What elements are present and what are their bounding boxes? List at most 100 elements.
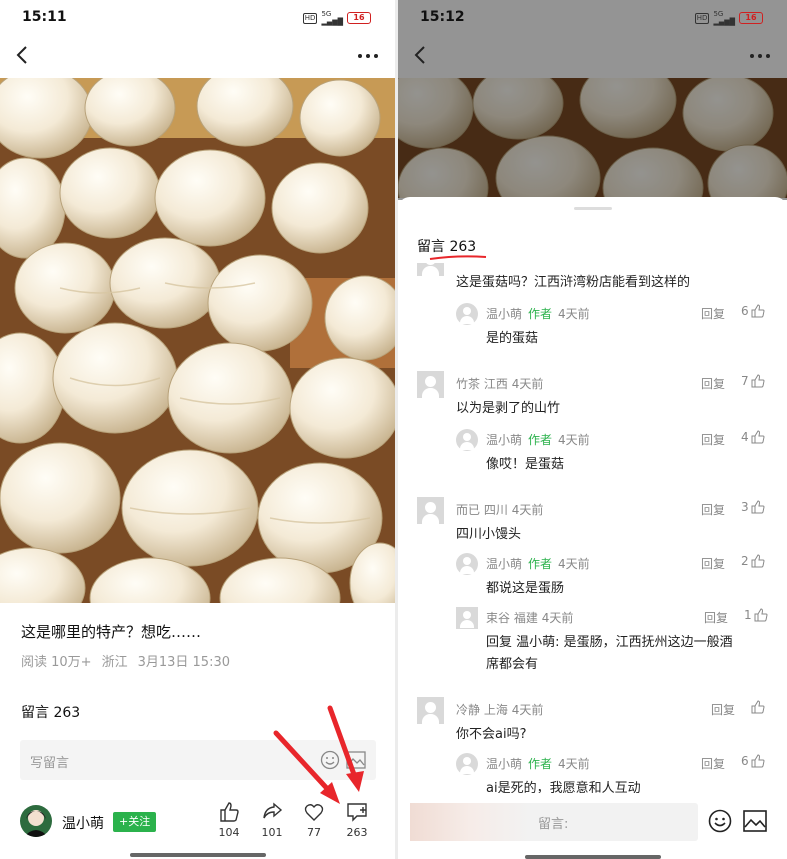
like-button[interactable]: 4: [741, 430, 765, 444]
reply-meta: 温小萌 作者 4天前: [486, 431, 590, 448]
user-name[interactable]: 冷静: [456, 703, 480, 717]
comment-time: 4天前: [558, 307, 590, 321]
share-action[interactable]: 101: [254, 801, 290, 839]
user-avatar[interactable]: [456, 607, 478, 629]
reply-button[interactable]: 回复: [701, 305, 725, 322]
thumbs-up-icon: [751, 374, 765, 388]
reply-button[interactable]: 回复: [701, 501, 725, 518]
comment-text: 回复 温小萌: 是蛋肠，江西抚州这边一般酒: [486, 635, 733, 650]
thumbs-up-icon: [751, 700, 765, 714]
more-options-icon[interactable]: [749, 52, 771, 60]
like-count: 6: [741, 304, 749, 318]
like-button[interactable]: 3: [741, 500, 765, 514]
user-name[interactable]: 竹茶: [456, 377, 480, 391]
reply-button[interactable]: 回复: [701, 555, 725, 572]
post-title: 这是哪里的特产？想吃……: [21, 623, 202, 641]
comment-text: 你不会ai吗?: [456, 727, 527, 742]
comment-compose-bar: 留言:: [398, 797, 787, 859]
user-name[interactable]: 温小萌: [486, 757, 522, 771]
comment-bubble-icon: [347, 803, 367, 822]
thumbs-up-icon: [751, 554, 765, 568]
reply-button[interactable]: 回复: [701, 755, 725, 772]
hd-icon: HD: [694, 12, 710, 24]
like-button[interactable]: [751, 700, 765, 714]
user-avatar[interactable]: [456, 303, 478, 325]
heart-action[interactable]: 77: [296, 801, 332, 839]
user-location: 江西: [483, 377, 508, 391]
comment-meta: 竹茶 江西 4天前: [456, 375, 543, 392]
home-indicator: [524, 855, 661, 859]
user-avatar[interactable]: [456, 753, 478, 775]
comment-time: 4天前: [511, 703, 544, 717]
heart-icon: [304, 804, 324, 821]
like-action[interactable]: 104: [211, 801, 247, 839]
user-name[interactable]: 温小萌: [486, 307, 522, 321]
emoji-icon[interactable]: [708, 809, 732, 833]
sheet-grab-handle[interactable]: [574, 207, 612, 210]
author-badge: 作者: [528, 307, 553, 321]
user-avatar[interactable]: [417, 497, 444, 524]
comment-text: 这是蛋菇吗？江西浒湾粉店能看到这样的: [456, 275, 691, 290]
share-count: 101: [261, 826, 283, 839]
author-avatar[interactable]: [20, 805, 52, 837]
like-count: 7: [741, 374, 749, 388]
home-indicator: [129, 853, 266, 857]
like-button[interactable]: 2: [741, 554, 765, 568]
author-badge: 作者: [528, 433, 553, 447]
user-name[interactable]: 而已: [456, 503, 480, 517]
comment-text: 像哎！是蛋菇: [486, 457, 565, 472]
user-avatar[interactable]: [417, 263, 444, 276]
comment-text: 四川小馒头: [456, 527, 522, 542]
post-datetime: 3月13日 15:30: [137, 655, 231, 670]
like-button[interactable]: 7: [741, 374, 765, 388]
thumbs-up-icon: [751, 430, 765, 444]
comment-time: 4天前: [511, 377, 544, 391]
author-name[interactable]: 温小萌: [62, 813, 104, 833]
user-avatar[interactable]: [456, 429, 478, 451]
user-name[interactable]: 温小萌: [486, 433, 522, 447]
article-screen: 15:11 HD 5G ▂▄▆█ 16 这是哪里的特产？想吃…… 阅读 10万+…: [0, 0, 395, 859]
like-button[interactable]: 6: [741, 304, 765, 318]
comment-text-line2: 席都会有: [486, 657, 539, 672]
reply-button[interactable]: 回复: [704, 609, 728, 626]
more-options-icon[interactable]: [357, 52, 379, 60]
emoji-icon[interactable]: [320, 750, 340, 770]
like-count: 4: [741, 430, 749, 444]
thumbs-up-icon: [751, 500, 765, 514]
nav-bar: [398, 34, 787, 78]
comment-input[interactable]: 写留言: [20, 740, 376, 780]
like-button[interactable]: 1: [744, 608, 768, 622]
reply-meta: 束谷 福建 4天前: [486, 609, 573, 626]
reply-button[interactable]: 回复: [701, 431, 725, 448]
battery-icon: 16: [347, 12, 371, 24]
back-arrow-icon[interactable]: [12, 42, 34, 68]
status-bar: 15:12 HD 5G ▂▄▆█ 16: [398, 0, 787, 34]
reply-button[interactable]: 回复: [701, 375, 725, 392]
user-avatar[interactable]: [417, 697, 444, 724]
comment-meta: 冷静 上海 4天前: [456, 701, 543, 718]
post-photo[interactable]: [0, 78, 395, 603]
egg-mushroom-photo: [0, 78, 395, 603]
comment-action[interactable]: 263: [339, 801, 375, 839]
post-meta: 阅读 10万+ 浙江 3月13日 15:30: [21, 651, 230, 670]
user-name[interactable]: 温小萌: [486, 557, 522, 571]
follow-button[interactable]: +关注: [113, 812, 157, 832]
battery-icon: 16: [739, 12, 763, 24]
user-avatar[interactable]: [456, 553, 478, 575]
comment-input[interactable]: 留言:: [410, 803, 698, 841]
author-badge: 作者: [528, 757, 553, 771]
like-button[interactable]: 6: [741, 754, 765, 768]
user-name[interactable]: 束谷: [486, 611, 510, 625]
user-avatar[interactable]: [417, 371, 444, 398]
back-arrow-icon[interactable]: [410, 42, 432, 68]
thumbs-up-icon: [751, 304, 765, 318]
comment-time: 4天前: [558, 433, 590, 447]
comment-input-placeholder: 留言:: [538, 817, 569, 832]
image-icon[interactable]: [346, 751, 366, 769]
comment-text: 以为是剥了的山竹: [456, 401, 561, 416]
reply-button[interactable]: 回复: [711, 701, 735, 718]
thumbs-up-icon: [754, 608, 768, 622]
image-icon[interactable]: [743, 810, 767, 832]
nav-bar: [0, 34, 395, 78]
reply-meta: 温小萌 作者 4天前: [486, 555, 590, 572]
